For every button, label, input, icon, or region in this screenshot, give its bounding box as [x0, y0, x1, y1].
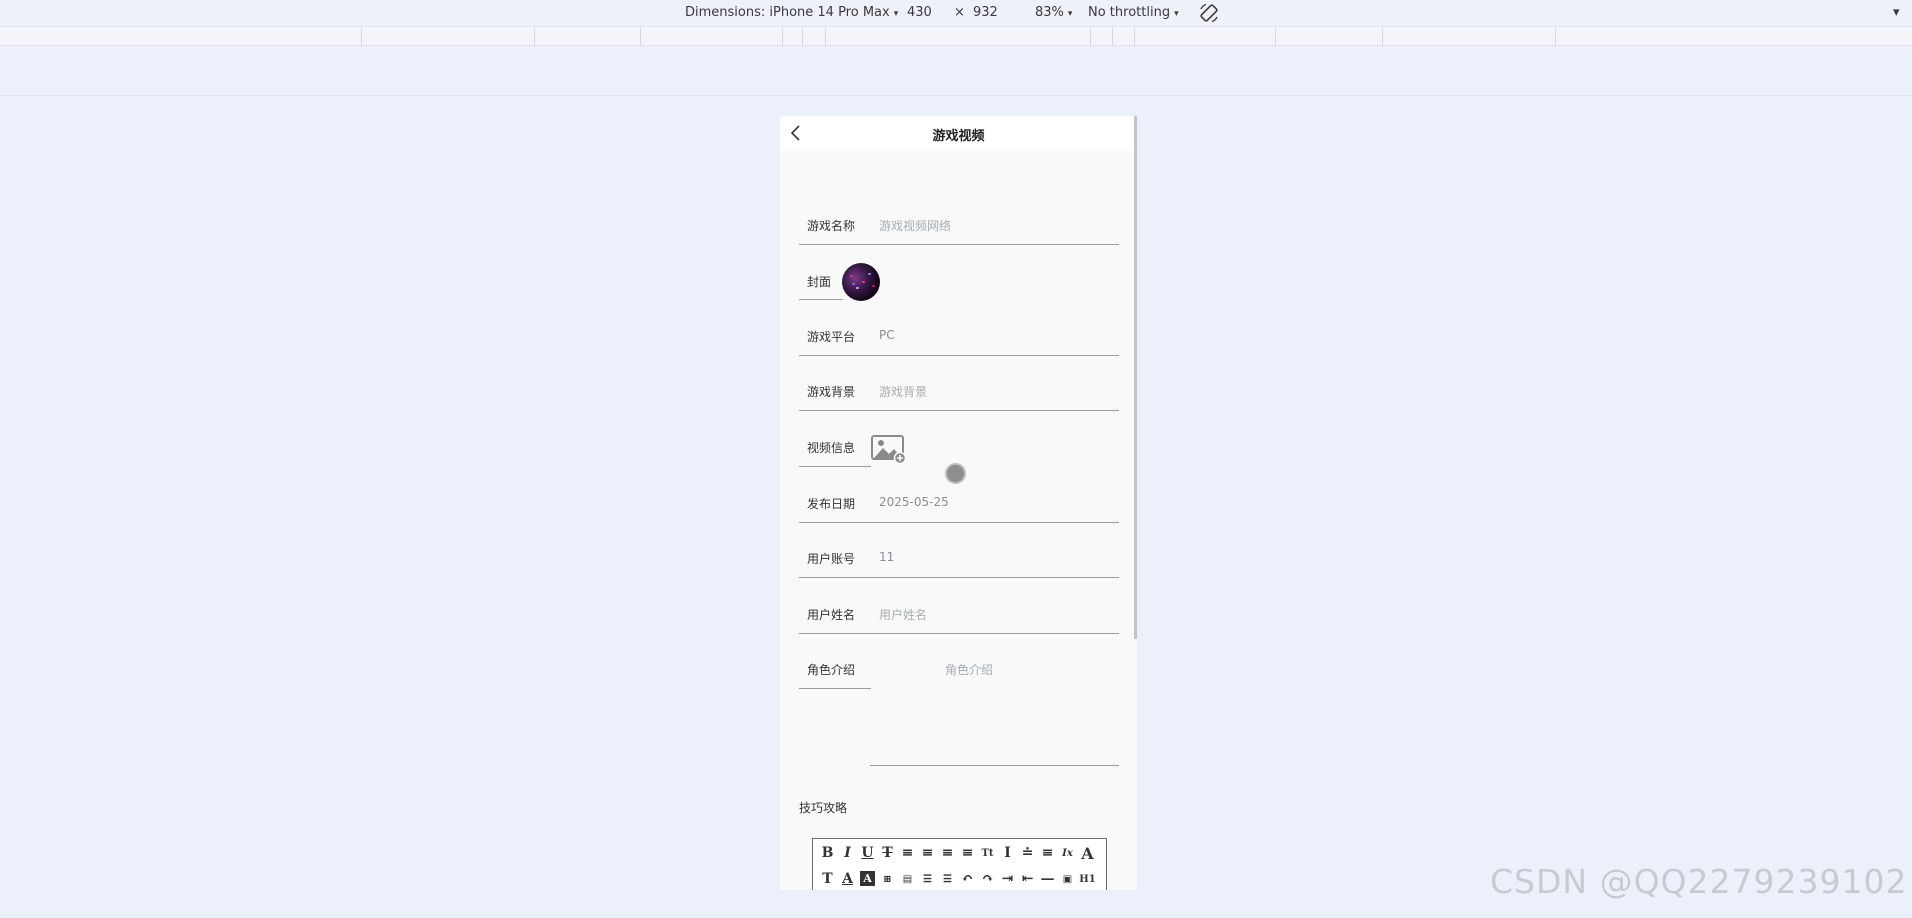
watermark: CSDN @QQ2279239102	[1490, 862, 1908, 901]
chevron-down-icon: ▾	[1174, 9, 1179, 19]
user-account-underline	[799, 577, 1119, 578]
platform-underline	[799, 355, 1119, 356]
chevron-down-icon: ▾	[1067, 9, 1073, 19]
background-label: 游戏背景	[807, 385, 856, 399]
underline-icon[interactable]: U	[858, 843, 877, 863]
game-name-input[interactable]: 游戏视频网络	[879, 217, 951, 234]
platform-input[interactable]: PC	[879, 328, 895, 342]
align-left-icon[interactable]: ≡	[898, 843, 917, 863]
editor-toolbar-row-2: T A A ⊞ ▤ ☰ ☰ ↶ ↷ ⇥ ⇤ — ▣ H1	[818, 869, 1097, 889]
bold-icon[interactable]: B	[818, 843, 837, 863]
toolbar-menu-chevron-icon[interactable]: ▾	[1893, 5, 1900, 20]
width-input[interactable]: 430	[907, 5, 932, 20]
release-date-label: 发布日期	[807, 497, 856, 511]
release-date-input[interactable]: 2025-05-25	[879, 495, 949, 509]
game-name-underline	[799, 244, 1119, 245]
scrollbar[interactable]	[1134, 116, 1137, 639]
times-symbol: ×	[954, 5, 965, 20]
paragraph-spacing-icon[interactable]: ≐	[1018, 843, 1037, 863]
device-toolbar: Dimensions: iPhone 14 Pro Max ▾ 430 × 932…	[0, 0, 1912, 26]
background-underline	[799, 410, 1119, 411]
role-intro-label-underline	[799, 688, 871, 689]
blockquote-icon[interactable]: ▤	[898, 869, 917, 889]
text-color-icon[interactable]: A	[838, 869, 857, 889]
redo-icon[interactable]: ↷	[978, 869, 997, 889]
video-info-underline	[799, 466, 871, 467]
zoom-value: 83%	[1035, 5, 1064, 20]
italic-icon[interactable]: I	[838, 843, 857, 863]
device-select[interactable]: Dimensions: iPhone 14 Pro Max ▾	[685, 5, 898, 20]
font-size-icon[interactable]: Tt	[978, 843, 997, 863]
editor-toolbar-row-1: B I U T ≡ ≡ ≡ ≡ Tt I ≐ ≡ Ix A	[818, 843, 1097, 863]
outdent-icon[interactable]: ⇤	[1018, 869, 1037, 889]
release-date-underline	[799, 522, 1119, 523]
throttling-select[interactable]: No throttling ▾	[1088, 5, 1179, 20]
user-name-label: 用户姓名	[807, 608, 856, 622]
insert-image-icon[interactable]: ▣	[1058, 869, 1077, 889]
unordered-list-icon[interactable]: ☰	[938, 869, 957, 889]
user-account-input[interactable]: 11	[879, 550, 894, 564]
text-size-icon[interactable]: T	[818, 869, 837, 889]
user-name-underline	[799, 633, 1119, 634]
clear-format-icon[interactable]: Ix	[1058, 843, 1077, 863]
indent-icon[interactable]: ⇥	[998, 869, 1017, 889]
device-dimensions-label: Dimensions: iPhone 14 Pro Max	[685, 5, 890, 20]
user-account-label: 用户账号	[807, 552, 856, 566]
height-input[interactable]: 932	[973, 5, 998, 20]
role-intro-label: 角色介绍	[807, 663, 856, 677]
background-input[interactable]: 游戏背景	[879, 383, 927, 400]
align-justify-icon[interactable]: ≡	[958, 843, 977, 863]
align-center-icon[interactable]: ≡	[918, 843, 937, 863]
throttling-value: No throttling	[1088, 5, 1171, 20]
line-height-icon[interactable]: I	[998, 843, 1017, 863]
cover-image[interactable]	[842, 263, 880, 301]
undo-icon[interactable]: ↶	[958, 869, 977, 889]
rich-text-editor[interactable]: B I U T ≡ ≡ ≡ ≡ Tt I ≐ ≡ Ix A T A A ⊞ ▤ …	[812, 838, 1107, 890]
chevron-down-icon: ▾	[893, 9, 899, 19]
heading-icon[interactable]: H1	[1078, 869, 1097, 889]
user-name-input[interactable]: 用户姓名	[879, 606, 927, 623]
video-info-label: 视频信息	[807, 441, 856, 455]
cover-underline	[799, 299, 843, 300]
phone-viewport: 游戏视频 游戏名称 游戏视频网络 封面 游戏平台 PC 游戏背景 游戏背景 视频…	[780, 116, 1137, 890]
strikethrough-icon[interactable]: T	[878, 843, 897, 863]
rotate-icon[interactable]	[1198, 2, 1220, 24]
zoom-select[interactable]: 83% ▾	[1035, 5, 1072, 20]
page-title: 游戏视频	[932, 129, 985, 144]
tips-label: 技巧攻略	[799, 801, 848, 815]
game-name-label: 游戏名称	[807, 219, 856, 233]
image-upload-icon[interactable]	[871, 434, 907, 464]
role-intro-underline	[870, 765, 1119, 766]
cover-label: 封面	[807, 275, 832, 289]
align-right-icon[interactable]: ≡	[938, 843, 957, 863]
font-family-icon[interactable]: A	[1078, 843, 1097, 863]
ordered-list-icon[interactable]: ☰	[918, 869, 937, 889]
platform-label: 游戏平台	[807, 330, 856, 344]
role-intro-textarea[interactable]: 角色介绍	[945, 661, 993, 678]
horizontal-rule-icon[interactable]: —	[1038, 869, 1057, 889]
vertical-align-icon[interactable]: ≡	[1038, 843, 1057, 863]
media-query-ruler	[0, 26, 1912, 46]
table-icon[interactable]: ⊞	[878, 869, 897, 889]
divider	[0, 95, 1912, 96]
background-color-icon[interactable]: A	[860, 871, 875, 886]
touch-cursor	[945, 463, 966, 484]
nav-bar: 游戏视频	[780, 116, 1137, 151]
